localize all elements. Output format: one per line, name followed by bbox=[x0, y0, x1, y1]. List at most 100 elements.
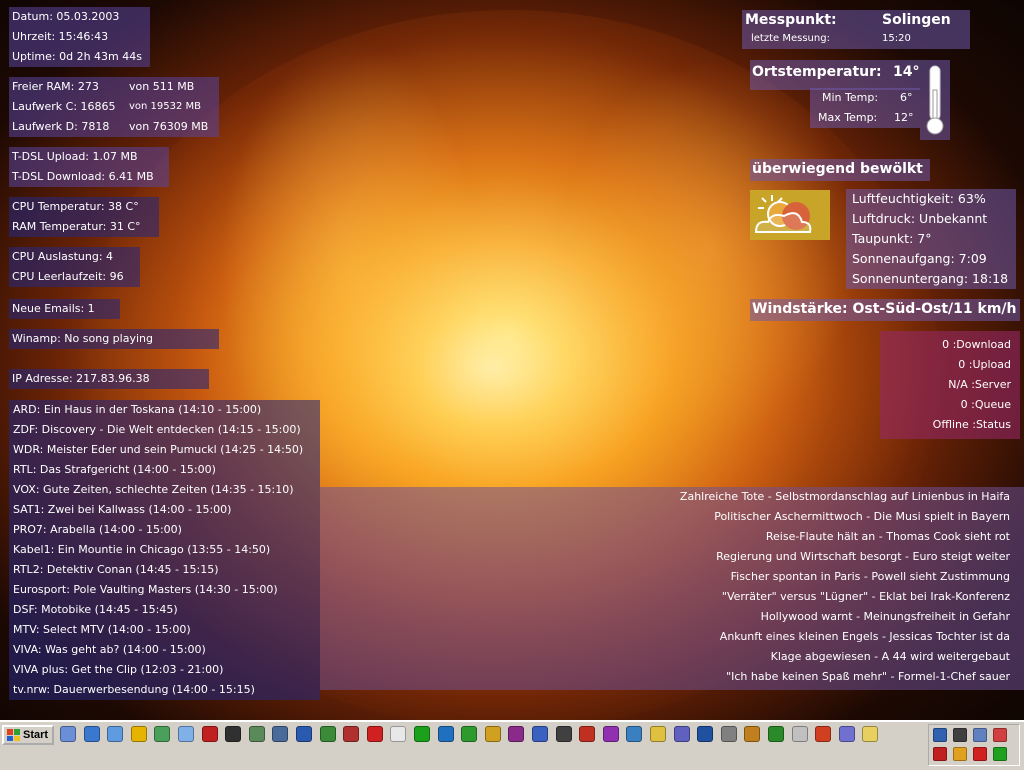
quick-launch-icon[interactable] bbox=[768, 726, 784, 742]
date-label: Datum: bbox=[12, 10, 53, 23]
min-temp-value: 6° bbox=[900, 91, 913, 104]
quick-launch-icon[interactable] bbox=[201, 726, 218, 742]
tv-program-item: RTL: Das Strafgericht (14:00 - 15:00) bbox=[13, 463, 216, 476]
tray-icon[interactable] bbox=[993, 728, 1007, 742]
quick-launch-icon[interactable] bbox=[60, 726, 76, 742]
news-headline[interactable]: Hollywood warnt - Meinungsfreiheit in Ge… bbox=[320, 607, 1024, 627]
drive-d-total: von 76309 MB bbox=[129, 120, 209, 133]
tray-icon[interactable] bbox=[973, 747, 987, 761]
quick-launch-icon[interactable] bbox=[130, 726, 147, 742]
tv-program-item: WDR: Meister Eder und sein Pumuckl (14:2… bbox=[13, 443, 304, 456]
quick-launch-icon[interactable] bbox=[107, 726, 124, 742]
quick-launch-icon[interactable] bbox=[720, 726, 737, 742]
station-panel: Messpunkt: Solingen letzte Messung: 15:2… bbox=[742, 10, 970, 49]
quick-launch-icon[interactable] bbox=[697, 726, 714, 742]
quick-launch-icon[interactable] bbox=[508, 726, 525, 742]
quick-launch-icon[interactable] bbox=[673, 726, 690, 742]
news-headline[interactable]: Regierung und Wirtschaft besorgt - Euro … bbox=[320, 547, 1024, 567]
quick-launch-icon[interactable] bbox=[650, 726, 666, 742]
time-label: Uhrzeit: bbox=[12, 30, 56, 43]
temperature-panel: CPU Temperatur: 38 C° RAM Temperatur: 31… bbox=[9, 197, 159, 237]
tray-icon[interactable] bbox=[973, 728, 987, 742]
quick-launch-icon[interactable] bbox=[602, 726, 619, 742]
quick-launch-icon[interactable] bbox=[296, 726, 312, 742]
news-headline[interactable]: Politischer Aschermittwoch - Die Musi sp… bbox=[320, 507, 1024, 527]
tv-program-item: ARD: Ein Haus in der Toskana (14:10 - 15… bbox=[13, 403, 262, 416]
tray-icon[interactable] bbox=[933, 728, 947, 742]
tv-program-item: Kabel1: Ein Mountie in Chicago (13:55 - … bbox=[13, 543, 271, 556]
quick-launch-icon[interactable] bbox=[178, 726, 194, 742]
station-name: Solingen bbox=[882, 12, 951, 28]
tray-icon[interactable] bbox=[933, 747, 947, 761]
news-ticker-panel: Zahlreiche Tote - Selbstmordanschlag auf… bbox=[320, 487, 1024, 690]
cpu-idle: CPU Leerlaufzeit: 96 bbox=[12, 270, 124, 283]
ram-temperature: RAM Temperatur: 31 C° bbox=[12, 220, 141, 233]
quick-launch-icon[interactable] bbox=[532, 726, 548, 742]
uptime-row: Uptime: 0d 2h 43m 44s bbox=[9, 47, 150, 67]
uptime-label: Uptime: bbox=[12, 50, 56, 63]
uptime-value: 0d 2h 43m 44s bbox=[59, 50, 142, 63]
memory-panel: Freier RAM: 273 von 511 MB Laufwerk C: 16… bbox=[9, 77, 219, 137]
time-row: Uhrzeit: 15:46:43 bbox=[9, 27, 150, 47]
start-button[interactable]: Start bbox=[2, 725, 54, 745]
quick-launch-icon[interactable] bbox=[626, 726, 643, 742]
date-row: Datum: 05.03.2003 bbox=[9, 7, 150, 27]
ip-panel: IP Adresse: 217.83.96.38 bbox=[9, 369, 209, 389]
tray-icon[interactable] bbox=[953, 728, 967, 742]
news-headline[interactable]: Ankunft eines kleinen Engels - Jessicas … bbox=[320, 627, 1024, 647]
quick-launch-icon[interactable] bbox=[744, 726, 761, 742]
ram-value: Freier RAM: 273 bbox=[12, 80, 99, 93]
pressure: Luftdruck: Unbekannt bbox=[852, 211, 988, 226]
tv-program-item: ZDF: Discovery - Die Welt entdecken (14:… bbox=[13, 423, 301, 436]
quick-launch-icon[interactable] bbox=[390, 726, 407, 742]
quick-launch-icon[interactable] bbox=[461, 726, 478, 742]
quick-launch-icon[interactable] bbox=[815, 726, 832, 742]
max-temp-label: Max Temp: bbox=[818, 111, 878, 124]
weather-condition: überwiegend bewölkt bbox=[752, 161, 923, 177]
wind-box: Windstärke: Ost-Süd-Ost/11 km/h bbox=[750, 299, 1020, 321]
quick-launch-icon[interactable] bbox=[437, 726, 454, 742]
quick-launch-icon[interactable] bbox=[484, 726, 501, 742]
tv-program-item: tv.nrw: Dauerwerbesendung (14:00 - 15:15… bbox=[13, 683, 255, 696]
news-headline[interactable]: "Verräter" versus "Lügner" - Eklat bei I… bbox=[320, 587, 1024, 607]
cpu-load: CPU Auslastung: 4 bbox=[12, 250, 114, 263]
quick-launch-icon[interactable] bbox=[366, 726, 383, 742]
news-headline[interactable]: "Ich habe keinen Spaß mehr" - Formel-1-C… bbox=[320, 667, 1024, 687]
quick-launch-icon[interactable] bbox=[579, 726, 596, 742]
quick-launch-icon[interactable] bbox=[862, 726, 879, 742]
tv-program-item: VIVA plus: Get the Clip (12:03 - 21:00) bbox=[13, 663, 224, 676]
p2p-status-item: 0 :Queue bbox=[960, 398, 1011, 411]
quick-launch-icon[interactable] bbox=[555, 726, 572, 742]
local-temp-value: 14° bbox=[893, 64, 920, 80]
dsl-panel: T-DSL Upload: 1.07 MB T-DSL Download: 6.… bbox=[9, 147, 169, 187]
news-headline[interactable]: Fischer spontan in Paris - Powell sieht … bbox=[320, 567, 1024, 587]
email-panel: Neue Emails: 1 bbox=[9, 299, 120, 319]
tray-icon[interactable] bbox=[993, 747, 1007, 761]
winamp-panel: Winamp: No song playing bbox=[9, 329, 219, 349]
quick-launch-icon[interactable] bbox=[838, 726, 855, 742]
temperature-box: Ortstemperatur: 14° bbox=[750, 60, 920, 90]
quick-launch-icon[interactable] bbox=[319, 726, 336, 742]
sunrise: Sonnenaufgang: 7:09 bbox=[852, 251, 987, 266]
news-headline[interactable]: Klage abgewiesen - A 44 wird weitergebau… bbox=[320, 647, 1024, 667]
tv-program-panel: ARD: Ein Haus in der Toskana (14:10 - 15… bbox=[9, 400, 320, 700]
time-value: 15:46:43 bbox=[58, 30, 109, 43]
news-headline[interactable]: Zahlreiche Tote - Selbstmordanschlag auf… bbox=[320, 487, 1024, 507]
quick-launch-icon[interactable] bbox=[791, 726, 808, 742]
quick-launch-icon[interactable] bbox=[343, 726, 360, 742]
cpu-panel: CPU Auslastung: 4 CPU Leerlaufzeit: 96 bbox=[9, 247, 140, 287]
quick-launch-icon[interactable] bbox=[248, 726, 265, 742]
quick-launch-icon[interactable] bbox=[272, 726, 289, 742]
quick-launch-icon[interactable] bbox=[154, 726, 171, 742]
news-headline[interactable]: Reise-Flaute hält an - Thomas Cook sieht… bbox=[320, 527, 1024, 547]
drive-c-value: Laufwerk C: 16865 bbox=[12, 100, 116, 113]
quick-launch-icon[interactable] bbox=[83, 726, 100, 742]
minmax-box: Min Temp: 6° Max Temp: 12° bbox=[810, 88, 920, 128]
weather-details-panel: Luftfeuchtigkeit: 63% Luftdruck: Unbekan… bbox=[846, 189, 1016, 289]
quick-launch-icon[interactable] bbox=[225, 726, 242, 742]
p2p-status-item: N/A :Server bbox=[948, 378, 1011, 391]
tray-icon[interactable] bbox=[953, 747, 967, 761]
quick-launch-icon[interactable] bbox=[414, 726, 430, 742]
max-temp-value: 12° bbox=[894, 111, 914, 124]
p2p-status-panel: 0 :Download 0 :Upload N/A :Server 0 :Queue O… bbox=[880, 331, 1020, 439]
